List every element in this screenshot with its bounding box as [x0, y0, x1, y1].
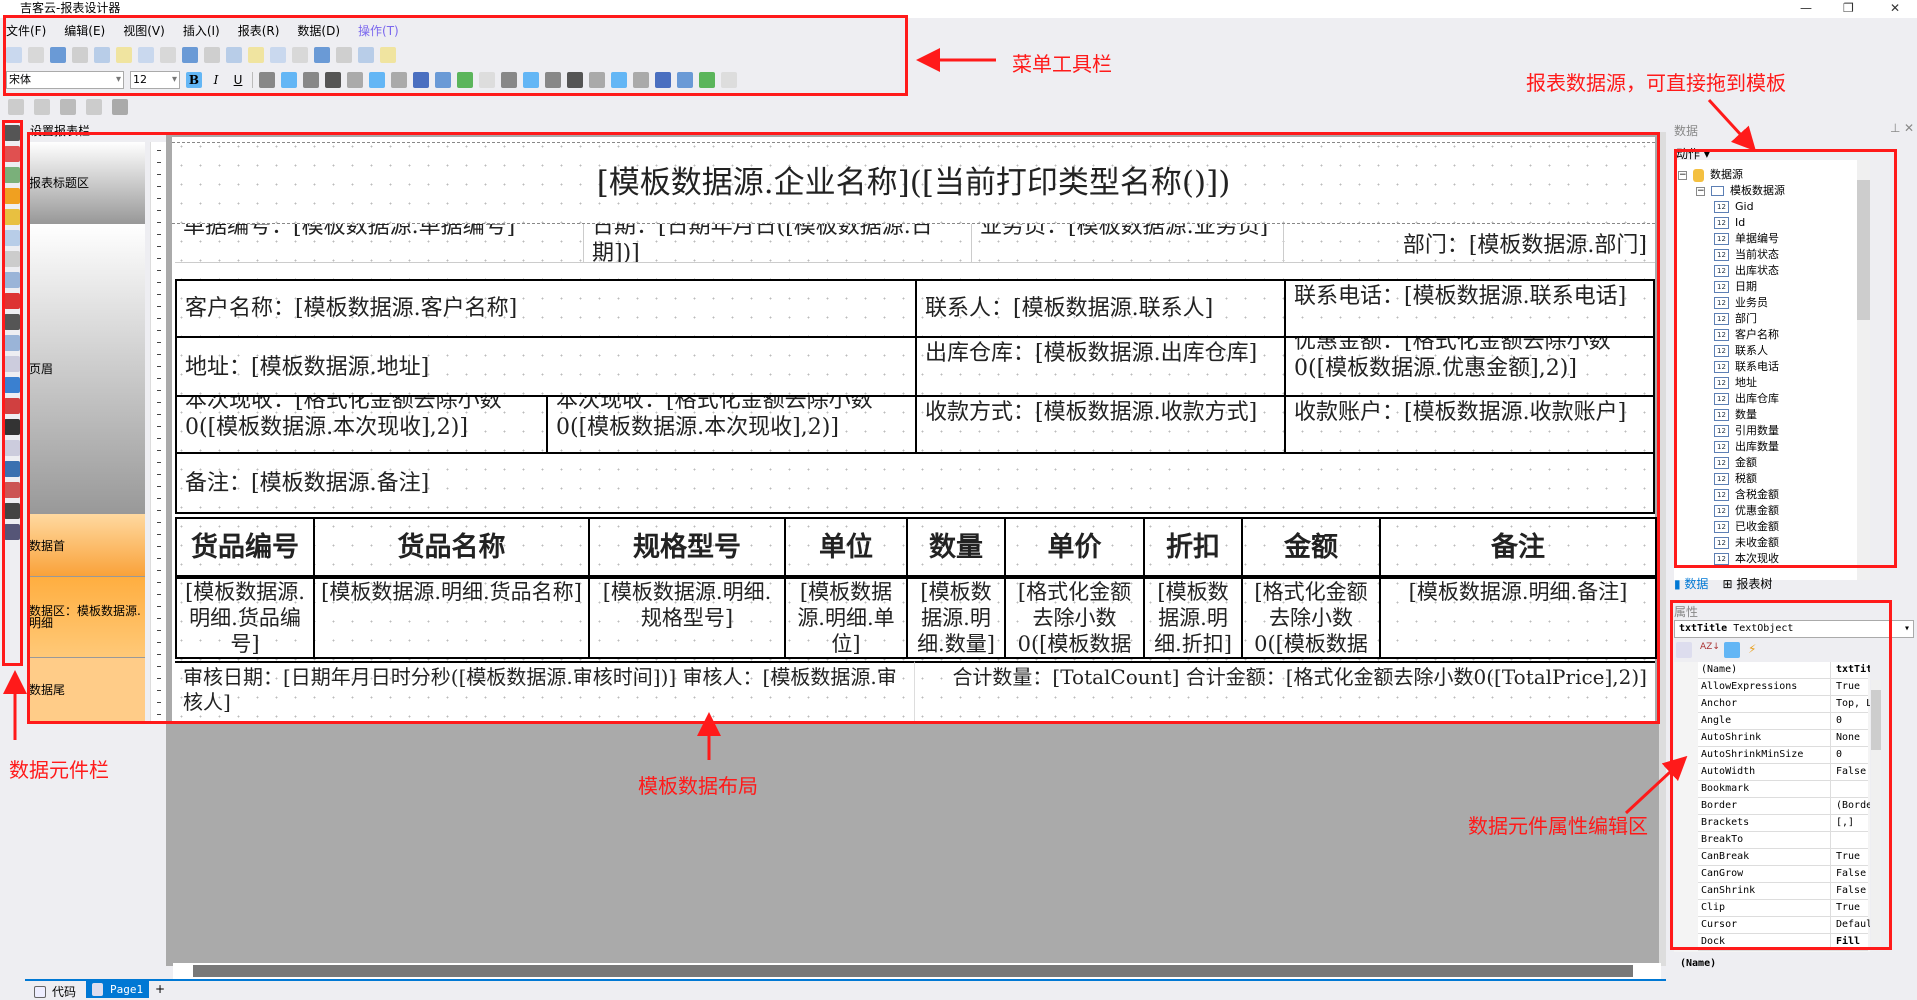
arrow-props: [1624, 755, 1688, 815]
arrow-datasource: [1707, 98, 1757, 152]
annotation-arrows: [2, 48, 1757, 815]
